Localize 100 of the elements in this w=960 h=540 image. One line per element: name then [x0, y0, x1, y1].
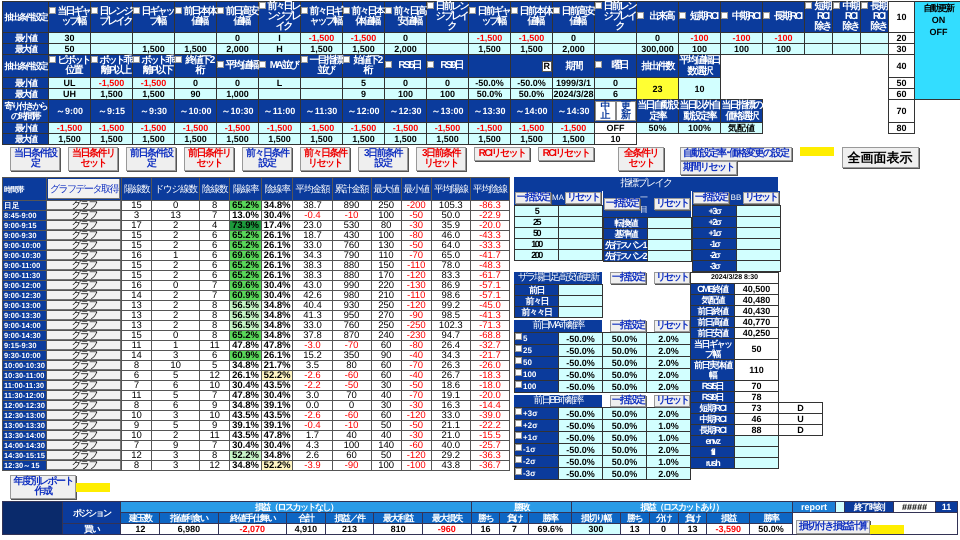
- checkbox[interactable]: [515, 468, 522, 475]
- checkbox[interactable]: [301, 56, 308, 63]
- condition-button[interactable]: 前々日条件リセット: [300, 147, 350, 171]
- checkbox[interactable]: [515, 456, 522, 463]
- graph-button[interactable]: グラフ: [47, 331, 121, 340]
- graph-button[interactable]: グラフ: [47, 341, 121, 350]
- graph-button[interactable]: グラフ: [47, 281, 121, 290]
- checkbox[interactable]: [217, 61, 224, 68]
- checkbox[interactable]: [343, 56, 350, 63]
- graph-button[interactable]: グラフ: [47, 371, 121, 380]
- checkbox[interactable]: [833, 2, 840, 9]
- reset-button[interactable]: RCIリセット: [474, 147, 530, 161]
- graph-button[interactable]: グラフ: [47, 451, 121, 460]
- checkbox[interactable]: [175, 7, 182, 14]
- checkbox[interactable]: [515, 420, 522, 427]
- bulk-set-button[interactable]: 一括設定: [515, 192, 551, 204]
- graph-button[interactable]: グラフ: [47, 411, 121, 420]
- graph-button[interactable]: グラフ: [47, 351, 121, 360]
- checkbox[interactable]: [259, 2, 266, 9]
- reset-button[interactable]: リセット: [565, 192, 601, 204]
- checkbox[interactable]: [259, 61, 266, 68]
- bulk-set-button[interactable]: 一括設定: [604, 198, 640, 210]
- checkbox[interactable]: [469, 7, 476, 14]
- reset-button[interactable]: リセット: [742, 192, 779, 204]
- condition-button[interactable]: 前々日条件設定: [242, 147, 292, 171]
- graph-button[interactable]: グラフ: [47, 381, 121, 390]
- graph-button[interactable]: グラフ: [47, 461, 121, 470]
- bulk-set-button[interactable]: 一括設定: [610, 395, 646, 407]
- checkbox[interactable]: [515, 369, 522, 376]
- r-button[interactable]: R: [542, 60, 552, 72]
- settings-button[interactable]: 自動設定率･価格変更の設定: [680, 147, 792, 161]
- reset-button[interactable]: 期間リセット: [680, 161, 737, 175]
- graph-button[interactable]: グラフ: [47, 321, 121, 330]
- graph-button[interactable]: グラフ: [47, 441, 121, 450]
- checkbox[interactable]: [515, 357, 522, 364]
- checkbox[interactable]: [861, 2, 868, 9]
- checkbox[interactable]: [721, 12, 728, 19]
- checkbox[interactable]: [515, 432, 522, 439]
- graph-button[interactable]: グラフ: [47, 261, 121, 270]
- checkbox[interactable]: [91, 56, 98, 63]
- checkbox[interactable]: [515, 444, 522, 451]
- option-label[interactable]: ON: [915, 14, 960, 26]
- condition-button[interactable]: 当日条件設定: [10, 147, 60, 171]
- graph-button[interactable]: グラフ: [47, 271, 121, 280]
- graph-button[interactable]: グラフ: [47, 311, 121, 320]
- option-label[interactable]: OFF: [915, 26, 960, 38]
- graph-button[interactable]: グラフ: [47, 231, 121, 240]
- fullscreen-button[interactable]: 全画面表示: [842, 147, 918, 168]
- graph-button[interactable]: グラフ: [47, 431, 121, 440]
- condition-button[interactable]: 前日条件リセット: [184, 147, 234, 171]
- graph-data-button[interactable]: グラフデータ取得: [48, 179, 120, 199]
- checkbox[interactable]: [427, 2, 434, 9]
- bulk-set-button[interactable]: 一括設定: [693, 192, 729, 204]
- reset-button[interactable]: リセット: [654, 198, 690, 210]
- checkbox[interactable]: [49, 7, 56, 14]
- graph-button[interactable]: グラフ: [47, 201, 121, 210]
- reset-button[interactable]: リセット: [654, 320, 690, 332]
- checkbox[interactable]: [679, 12, 686, 19]
- graph-button[interactable]: グラフ: [47, 211, 121, 220]
- checkbox[interactable]: [49, 56, 56, 63]
- checkbox[interactable]: [515, 408, 522, 415]
- bulk-set-button[interactable]: 一括設定: [610, 320, 646, 332]
- checkbox[interactable]: [217, 7, 224, 14]
- reset-button[interactable]: 全条件リセット: [618, 147, 664, 171]
- checkbox[interactable]: [595, 61, 602, 68]
- checkbox[interactable]: [595, 2, 602, 9]
- checkbox[interactable]: [637, 12, 644, 19]
- checkbox[interactable]: [385, 7, 392, 14]
- checkbox[interactable]: [133, 7, 140, 14]
- reset-button[interactable]: リセット: [654, 272, 690, 284]
- reset-button[interactable]: RCIリセット: [538, 147, 594, 161]
- graph-button[interactable]: グラフ: [47, 241, 121, 250]
- condition-button[interactable]: 3日前条件リセット: [416, 147, 466, 171]
- graph-button[interactable]: グラフ: [47, 401, 121, 410]
- checkbox[interactable]: [133, 56, 140, 63]
- checkbox[interactable]: [175, 56, 182, 63]
- condition-button[interactable]: 前日条件設定: [126, 147, 176, 171]
- checkbox[interactable]: [301, 7, 308, 14]
- report-button[interactable]: 年度別レポート作成: [10, 475, 76, 499]
- condition-button[interactable]: 当日条件リセット: [68, 147, 118, 171]
- bulk-set-button[interactable]: 一括設定: [610, 272, 646, 284]
- checkbox[interactable]: [515, 345, 522, 352]
- graph-button[interactable]: グラフ: [47, 391, 121, 400]
- checkbox[interactable]: [515, 333, 522, 340]
- graph-button[interactable]: グラフ: [47, 361, 121, 370]
- graph-button[interactable]: グラフ: [47, 251, 121, 260]
- control-button[interactable]: 中止: [595, 101, 616, 121]
- checkbox[interactable]: [763, 12, 770, 19]
- condition-button[interactable]: 3日前条件設定: [358, 147, 408, 171]
- checkbox[interactable]: [511, 7, 518, 14]
- checkbox[interactable]: [515, 381, 522, 388]
- checkbox[interactable]: [805, 2, 812, 9]
- control-button[interactable]: 更新: [616, 101, 636, 121]
- checkbox[interactable]: [553, 7, 560, 14]
- graph-button[interactable]: グラフ: [47, 221, 121, 230]
- graph-button[interactable]: グラフ: [47, 291, 121, 300]
- reset-button[interactable]: リセット: [654, 395, 690, 407]
- graph-button[interactable]: グラフ: [47, 301, 121, 310]
- calculate-button[interactable]: 損切付き損益計算: [796, 520, 870, 534]
- checkbox[interactable]: [91, 7, 98, 14]
